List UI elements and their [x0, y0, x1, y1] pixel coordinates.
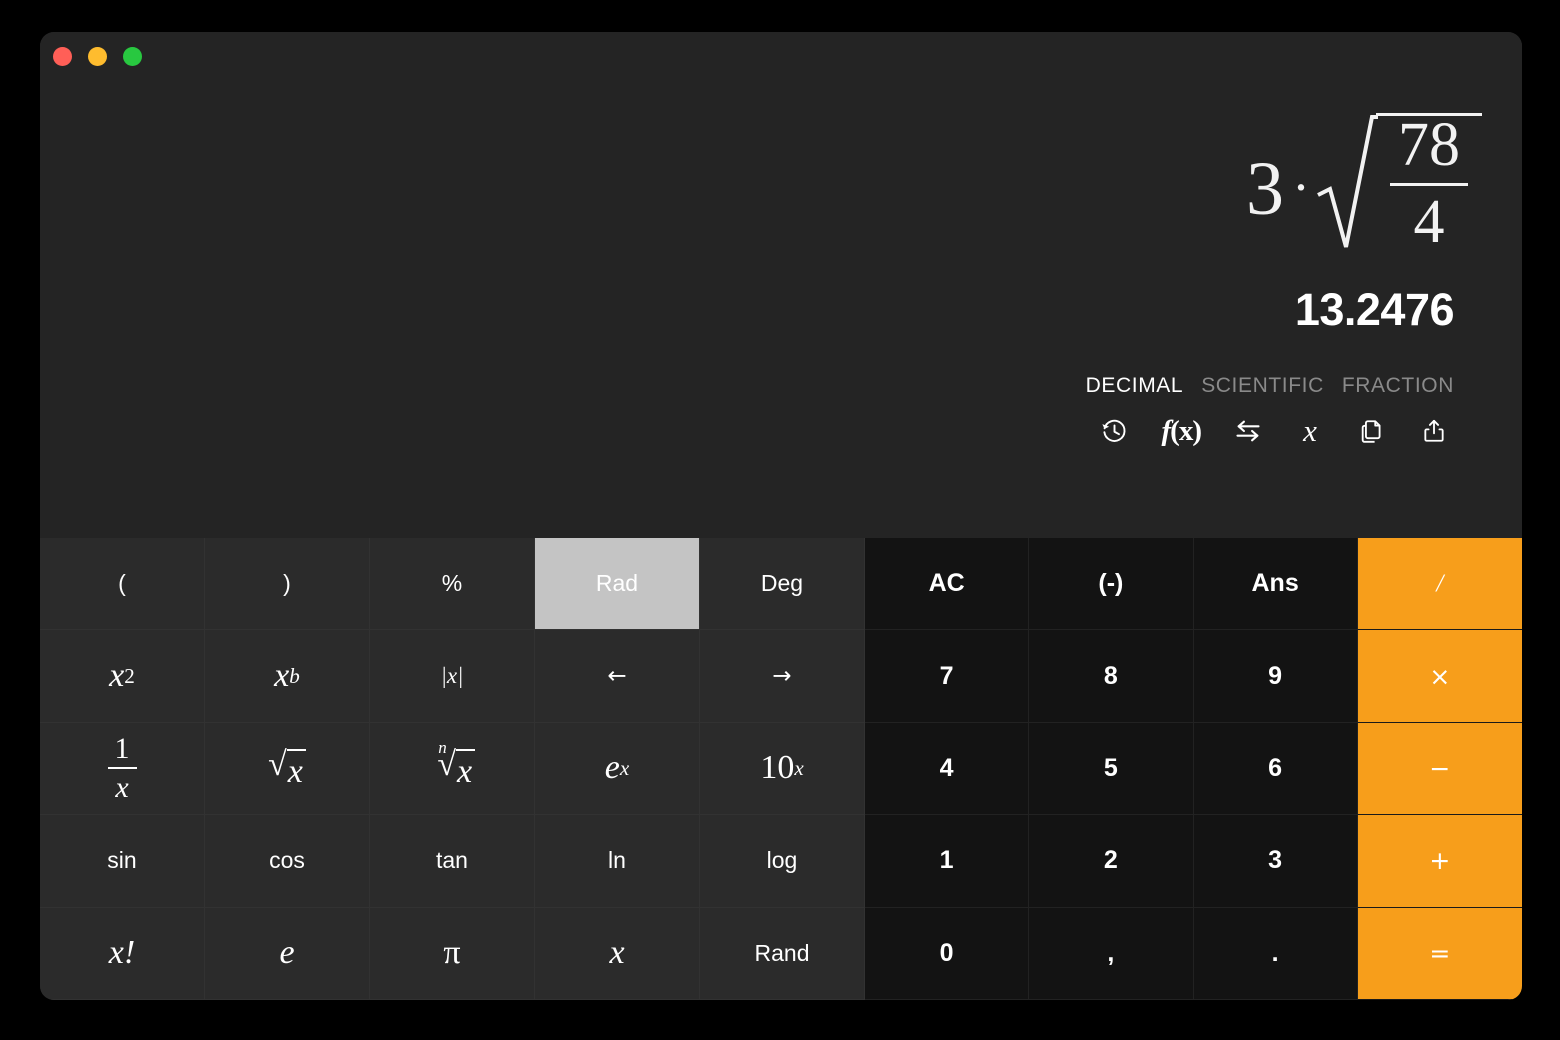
swap-icon[interactable]: [1233, 416, 1263, 446]
key-rad[interactable]: Rad: [535, 538, 700, 631]
key-one[interactable]: 1: [865, 815, 1030, 908]
expression-coefficient: 3: [1246, 147, 1285, 231]
expression-operator: ·: [1292, 157, 1310, 217]
key-x-squared[interactable]: x2: [40, 630, 205, 723]
key-variable-x[interactable]: x: [535, 907, 700, 1000]
mode-decimal[interactable]: DECIMAL: [1086, 374, 1184, 398]
key-pi[interactable]: π: [370, 907, 535, 1000]
key-factorial[interactable]: x!: [40, 907, 205, 1000]
key-seven[interactable]: 7: [865, 630, 1030, 723]
key-five[interactable]: 5: [1029, 722, 1194, 816]
key-cos[interactable]: cos: [205, 815, 370, 908]
function-icon[interactable]: f (x): [1162, 415, 1202, 447]
key-absolute-value[interactable]: |x|: [370, 630, 535, 723]
key-zero[interactable]: 0: [865, 907, 1030, 1000]
key-divide[interactable]: /: [1357, 538, 1522, 631]
key-euler-e[interactable]: e: [205, 907, 370, 1000]
key-equals[interactable]: =: [1357, 907, 1522, 1000]
key-all-clear[interactable]: AC: [865, 538, 1030, 631]
key-deg[interactable]: Deg: [700, 538, 865, 631]
key-three[interactable]: 3: [1193, 815, 1358, 908]
key-subtract[interactable]: −: [1357, 722, 1522, 816]
key-rand[interactable]: Rand: [700, 907, 865, 1000]
result-value: 13.2476: [1294, 284, 1455, 335]
key-e-power-x[interactable]: ex: [535, 722, 700, 816]
key-comma[interactable]: ,: [1029, 907, 1194, 1000]
key-log[interactable]: log: [700, 815, 865, 908]
radical-expression: 78 4: [1316, 113, 1482, 255]
variable-icon[interactable]: x: [1295, 413, 1325, 448]
key-answer[interactable]: Ans: [1193, 538, 1358, 631]
display-area: 3 · 78 4 13.2476 DECIMAL SCIENTIFIC FRAC…: [40, 80, 1522, 538]
copy-icon[interactable]: [1357, 416, 1387, 446]
zoom-button[interactable]: [123, 46, 142, 66]
radical-sign-icon: [1316, 113, 1378, 253]
calculator-window: 3 · 78 4 13.2476 DECIMAL SCIENTIFIC FRAC…: [40, 32, 1522, 1000]
key-add[interactable]: +: [1357, 815, 1522, 908]
key-percent[interactable]: %: [370, 538, 535, 631]
key-multiply[interactable]: ×: [1357, 630, 1522, 723]
key-four[interactable]: 4: [865, 722, 1030, 816]
key-cursor-left[interactable]: ←: [535, 630, 700, 723]
keypad: ( ) % Rad Deg x2 xb |x| ← → 1x √x n√x: [40, 538, 1522, 1000]
key-square-root[interactable]: √ x: [205, 722, 370, 816]
key-x-power-b[interactable]: xb: [205, 630, 370, 723]
key-close-paren[interactable]: ): [205, 538, 370, 631]
fraction-numerator: 78: [1390, 109, 1468, 186]
close-button[interactable]: [53, 46, 72, 66]
function-keypad: ( ) % Rad Deg x2 xb |x| ← → 1x √x n√x: [40, 538, 865, 1000]
key-tan[interactable]: tan: [370, 815, 535, 908]
key-cursor-right[interactable]: →: [700, 630, 865, 723]
key-negate[interactable]: (-): [1029, 538, 1194, 631]
display-toolbar: f (x) x: [1100, 413, 1450, 448]
key-ten-power-x[interactable]: 10 x: [700, 722, 865, 816]
key-nine[interactable]: 9: [1193, 630, 1358, 723]
share-icon[interactable]: [1419, 416, 1449, 446]
key-decimal-point[interactable]: .: [1193, 907, 1358, 1000]
mode-fraction[interactable]: FRACTION: [1342, 374, 1454, 398]
radicand-fraction: 78 4: [1376, 113, 1482, 255]
key-six[interactable]: 6: [1193, 722, 1358, 816]
key-nth-root[interactable]: n √ x: [370, 722, 535, 816]
fraction-denominator: 4: [1413, 188, 1445, 256]
mode-scientific[interactable]: SCIENTIFIC: [1201, 374, 1324, 398]
expression: 3 · 78 4: [1246, 108, 1482, 258]
key-reciprocal[interactable]: 1x: [40, 722, 205, 816]
numeric-keypad: AC (-) Ans / 7 8 9 × 4 5 6 − 1 2 3 + 0 ,…: [865, 538, 1522, 1000]
key-eight[interactable]: 8: [1029, 630, 1194, 723]
key-ln[interactable]: ln: [535, 815, 700, 908]
title-bar: [40, 32, 1522, 80]
key-open-paren[interactable]: (: [40, 538, 205, 631]
history-icon[interactable]: [1100, 416, 1130, 446]
minimize-button[interactable]: [88, 46, 107, 66]
key-two[interactable]: 2: [1029, 815, 1194, 908]
key-sin[interactable]: sin: [40, 815, 205, 908]
format-mode-selector: DECIMAL SCIENTIFIC FRACTION: [1086, 374, 1454, 398]
